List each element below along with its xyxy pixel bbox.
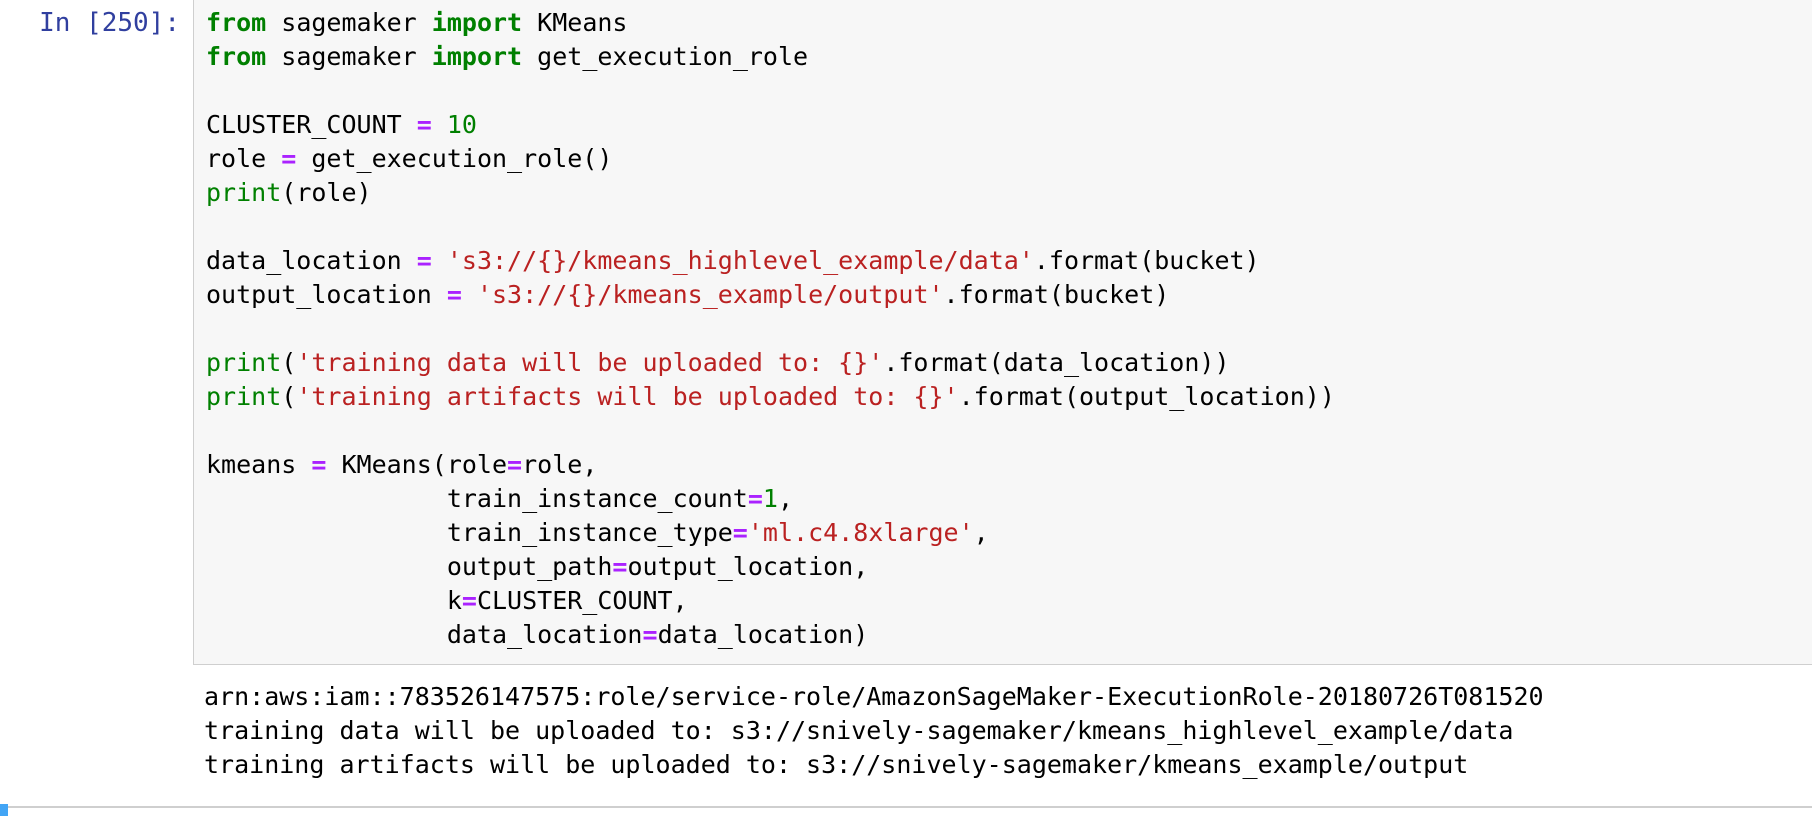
code-line: output_path=output_location, [206,550,1335,584]
code-token: 's3://{}/kmeans_highlevel_example/data' [446,246,1034,275]
code-line: role = get_execution_role() [206,142,1335,176]
code-token: print [206,178,282,207]
output-line: arn:aws:iam::783526147575:role/service-r… [204,682,1544,711]
code-line: print('training data will be uploaded to… [206,346,1335,380]
code-token: CLUSTER_COUNT, [476,586,688,615]
code-token: (role) [281,178,372,207]
next-cell-border [0,806,1812,808]
code-token: train_instance_count [206,484,748,513]
code-token: .format(bucket) [943,280,1170,309]
code-line: output_location = 's3://{}/kmeans_exampl… [206,278,1335,312]
code-token: = [461,586,477,615]
code-line: CLUSTER_COUNT = 10 [206,108,1335,142]
code-token: k [206,586,462,615]
cell-output: arn:aws:iam::783526147575:role/service-r… [204,680,1544,782]
code-token: output_path [206,552,613,581]
code-line: train_instance_count=1, [206,482,1335,516]
code-token: train_instance_type [206,518,733,547]
code-token: print [206,348,282,377]
code-token: kmeans [206,450,312,479]
code-token: = [732,518,748,547]
code-token: = [747,484,763,513]
cell-prompt: In [250]: [39,8,180,38]
code-token: output_location [206,280,447,309]
code-token: get_execution_role() [296,144,613,173]
output-line: training data will be uploaded to: s3://… [204,716,1514,745]
code-line: print(role) [206,176,1335,210]
code-token: .format(data_location)) [883,348,1230,377]
code-editor[interactable]: from sagemaker import KMeans from sagemak… [206,6,1335,652]
code-token: sagemaker [266,8,432,37]
code-line: kmeans = KMeans(role=role, [206,448,1335,482]
code-token: 1 [762,484,778,513]
code-token: = [416,246,432,275]
code-token: = [416,110,432,139]
code-token: CLUSTER_COUNT [206,110,417,139]
code-token: import [431,8,523,37]
code-token: , [777,484,794,513]
code-line: from sagemaker import KMeans [206,6,1335,40]
code-token: get_execution_role [522,42,809,71]
code-token: = [612,552,628,581]
code-token: 's3://{}/kmeans_example/output' [476,280,944,309]
code-token: data_location) [657,620,869,649]
code-token: role, [522,450,598,479]
code-token: from [206,42,267,71]
code-token: = [311,450,327,479]
code-token: 'training data will be uploaded to: {}' [296,348,884,377]
code-line: data_location = 's3://{}/kmeans_highleve… [206,244,1335,278]
code-token: import [431,42,523,71]
code-token: KMeans [522,8,628,37]
code-token: .format(output_location)) [958,382,1335,411]
code-line: train_instance_type='ml.c4.8xlarge', [206,516,1335,550]
selected-cell-indicator [0,804,8,816]
code-token: print [206,382,282,411]
code-token: KMeans(role [326,450,508,479]
code-token: = [507,450,523,479]
code-token: .format(bucket) [1033,246,1260,275]
code-token: = [281,144,297,173]
code-token: = [642,620,658,649]
code-token: role [206,144,282,173]
code-token: output_location, [627,552,869,581]
code-line: k=CLUSTER_COUNT, [206,584,1335,618]
code-token: 'training artifacts will be uploaded to:… [296,382,959,411]
code-token: from [206,8,267,37]
code-token: data_location [206,246,417,275]
output-line: training artifacts will be uploaded to: … [204,750,1469,779]
code-token: = [446,280,462,309]
code-token: ( [281,348,297,377]
code-token: 10 [446,110,477,139]
code-token: , [973,518,989,547]
code-token: 'ml.c4.8xlarge' [747,518,974,547]
code-token: ( [281,382,297,411]
code-token: data_location [206,620,643,649]
code-line: print('training artifacts will be upload… [206,380,1335,414]
code-token: sagemaker [266,42,432,71]
code-line: from sagemaker import get_execution_role [206,40,1335,74]
code-line: data_location=data_location) [206,618,1335,652]
